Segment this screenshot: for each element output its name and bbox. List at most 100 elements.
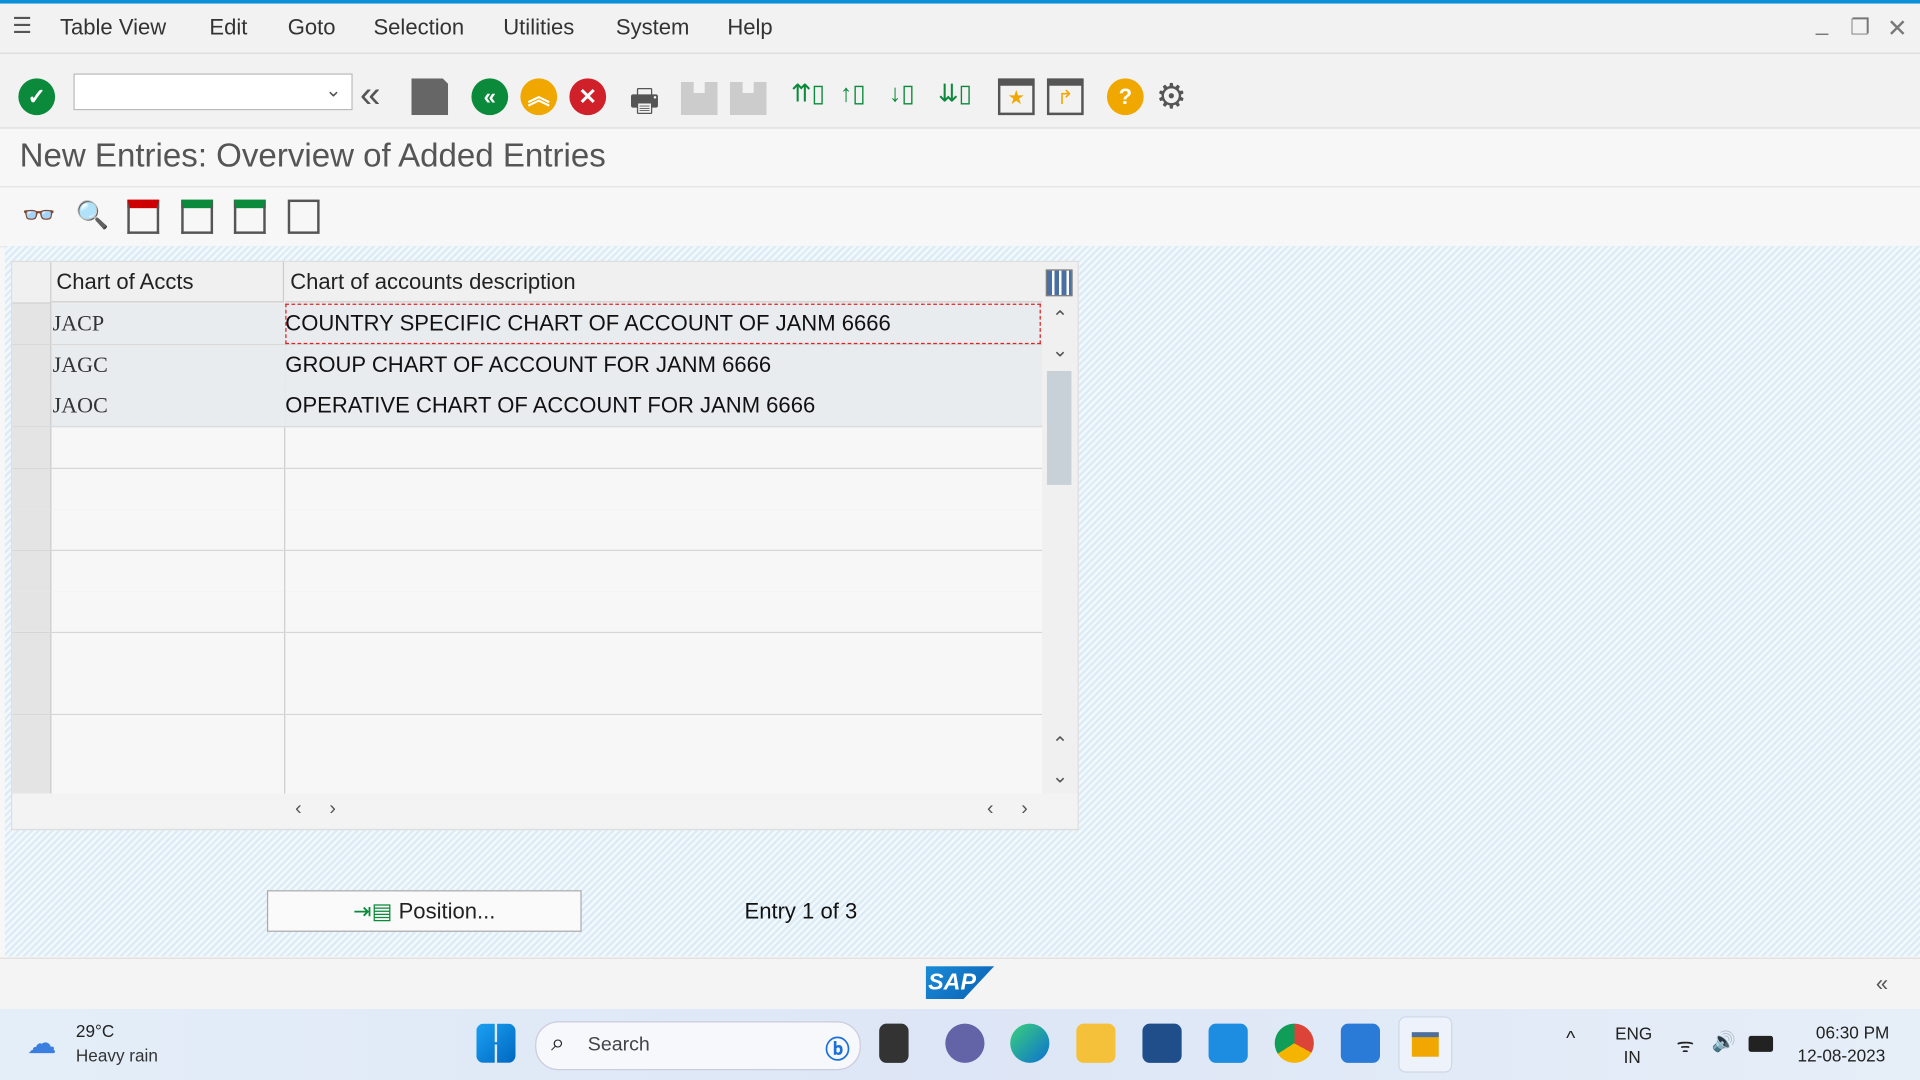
save-icon[interactable]: [411, 78, 449, 116]
enter-check-icon[interactable]: ✓: [18, 78, 56, 116]
table-row[interactable]: JAOC OPERATIVE CHART OF ACCOUNT FOR JANM…: [12, 385, 1043, 428]
chart-of-accts-cell[interactable]: [51, 632, 286, 673]
vertical-scrollbar[interactable]: ⌃ ⌄ ⌃ ⌄: [1044, 303, 1078, 794]
menu-icon[interactable]: ☰: [12, 13, 32, 39]
delete-icon[interactable]: [127, 199, 160, 234]
empty-table-row[interactable]: [12, 427, 1043, 469]
weather-rain-icon[interactable]: ☁: [27, 1026, 56, 1062]
scroll-down-icon[interactable]: ⌄: [1052, 338, 1068, 362]
clock-date[interactable]: 12-08-2023: [1798, 1046, 1886, 1066]
empty-table-row[interactable]: [12, 468, 1043, 511]
row-selector[interactable]: [12, 755, 52, 796]
mail-icon[interactable]: [1208, 1023, 1248, 1063]
position-button[interactable]: ⇥▤ Position...: [266, 890, 582, 932]
teams-chat-icon[interactable]: [945, 1023, 985, 1063]
chart-of-accts-cell[interactable]: JAGC: [51, 345, 287, 386]
cancel-icon[interactable]: ✕: [569, 78, 607, 116]
chart-of-accts-cell[interactable]: JAOC: [51, 385, 287, 427]
description-cell[interactable]: [285, 427, 1041, 467]
horizontal-scrollbar[interactable]: ‹ › ‹ ›: [12, 793, 1078, 828]
column-settings-icon[interactable]: [1045, 269, 1073, 297]
empty-table-row[interactable]: [12, 755, 1043, 798]
row-selector[interactable]: [12, 550, 52, 591]
description-cell[interactable]: [285, 714, 1041, 754]
empty-table-row[interactable]: [12, 591, 1043, 634]
wifi-icon[interactable]: ᯤ: [1676, 1031, 1694, 1058]
menu-edit[interactable]: Edit: [209, 15, 247, 41]
menu-table-view[interactable]: Table View: [60, 15, 166, 41]
details-icon[interactable]: 🔍: [76, 200, 110, 234]
print-icon[interactable]: 🖶: [629, 78, 666, 119]
edge-browser-icon[interactable]: [1010, 1023, 1050, 1063]
scroll-up-icon[interactable]: ⌃: [1052, 306, 1068, 330]
menu-help[interactable]: Help: [727, 15, 772, 41]
double-chevron-left-icon[interactable]: «: [360, 77, 397, 115]
empty-table-row[interactable]: [12, 550, 1043, 593]
chart-of-accts-cell[interactable]: [51, 714, 286, 755]
chart-of-accts-cell[interactable]: [51, 673, 286, 714]
clock-time[interactable]: 06:30 PM: [1816, 1022, 1889, 1042]
description-cell[interactable]: COUNTRY SPECIFIC CHART OF ACCOUNT OF JAN…: [285, 303, 1041, 345]
chart-of-accts-cell[interactable]: [51, 468, 286, 509]
description-cell[interactable]: [285, 673, 1041, 713]
scroll-page-up-icon[interactable]: ⌃: [1052, 732, 1068, 756]
last-page-icon[interactable]: ⇊▯: [938, 78, 975, 115]
taskbar-search[interactable]: ⌕ Search ⓑ: [535, 1021, 861, 1071]
volume-icon[interactable]: 🔊: [1712, 1030, 1736, 1054]
scroll-left-icon[interactable]: ‹: [987, 798, 994, 820]
exit-icon[interactable]: ︽: [520, 78, 558, 116]
scrollbar-thumb[interactable]: [1046, 371, 1072, 485]
row-selector[interactable]: [12, 303, 52, 345]
chart-of-accts-cell[interactable]: [51, 427, 286, 468]
minimize-icon[interactable]: _: [1816, 11, 1828, 37]
photos-icon[interactable]: [1340, 1023, 1381, 1063]
chart-of-accts-cell[interactable]: [51, 591, 286, 632]
description-cell[interactable]: OPERATIVE CHART OF ACCOUNT FOR JANM 6666: [285, 385, 1041, 427]
close-window-icon[interactable]: ✕: [1887, 13, 1908, 44]
collapse-icon[interactable]: «: [1876, 971, 1888, 997]
row-selector[interactable]: [12, 591, 52, 632]
previous-page-icon[interactable]: ↑▯: [840, 78, 877, 115]
new-session-icon[interactable]: ★: [997, 78, 1035, 116]
first-page-icon[interactable]: ⇈▯: [791, 78, 828, 115]
chart-of-accts-cell[interactable]: [51, 550, 286, 591]
description-cell[interactable]: [285, 632, 1041, 672]
description-cell[interactable]: [285, 468, 1041, 508]
menu-system[interactable]: System: [616, 15, 689, 41]
row-selector[interactable]: [12, 345, 52, 386]
weather-desc[interactable]: Heavy rain: [76, 1046, 158, 1066]
help-icon[interactable]: ?: [1106, 78, 1144, 116]
microsoft-store-icon[interactable]: [1142, 1023, 1182, 1063]
region[interactable]: IN: [1624, 1047, 1641, 1067]
description-cell[interactable]: [285, 509, 1041, 549]
chart-of-accts-cell[interactable]: [51, 755, 286, 796]
scroll-page-down-icon[interactable]: ⌄: [1052, 764, 1068, 788]
description-cell[interactable]: GROUP CHART OF ACCOUNT FOR JANM 6666: [285, 345, 1041, 386]
shortcut-icon[interactable]: ↱: [1046, 78, 1084, 116]
battery-icon[interactable]: [1748, 1035, 1774, 1052]
file-explorer-icon[interactable]: [1076, 1023, 1116, 1063]
task-view-icon[interactable]: [879, 1023, 909, 1063]
chevron-down-icon[interactable]: ⌄: [325, 78, 341, 102]
row-selector[interactable]: [12, 468, 52, 509]
row-selector[interactable]: [12, 509, 52, 550]
display-change-icon[interactable]: 👓: [22, 200, 56, 234]
description-cell[interactable]: [285, 756, 1041, 796]
scroll-left-icon[interactable]: ‹: [295, 798, 302, 820]
language[interactable]: ENG: [1615, 1024, 1652, 1044]
column-header-chart-of-accts[interactable]: Chart of Accts: [51, 262, 285, 303]
bing-icon[interactable]: ⓑ: [825, 1030, 849, 1066]
scroll-right-icon[interactable]: ›: [329, 798, 336, 820]
chart-of-accts-cell[interactable]: [51, 509, 286, 550]
table-row[interactable]: JAGC GROUP CHART OF ACCOUNT FOR JANM 666…: [12, 345, 1043, 387]
restore-icon[interactable]: ❐: [1850, 15, 1870, 41]
row-selector[interactable]: [12, 632, 52, 673]
empty-table-row[interactable]: [12, 509, 1043, 552]
menu-selection[interactable]: Selection: [373, 15, 464, 41]
row-selector[interactable]: [12, 673, 52, 714]
select-block-icon[interactable]: [233, 199, 266, 234]
description-cell[interactable]: [285, 550, 1041, 590]
table-row[interactable]: JACP COUNTRY SPECIFIC CHART OF ACCOUNT O…: [12, 303, 1043, 346]
scroll-right-icon[interactable]: ›: [1021, 798, 1028, 820]
sap-logon-taskbar-icon[interactable]: [1398, 1016, 1453, 1073]
